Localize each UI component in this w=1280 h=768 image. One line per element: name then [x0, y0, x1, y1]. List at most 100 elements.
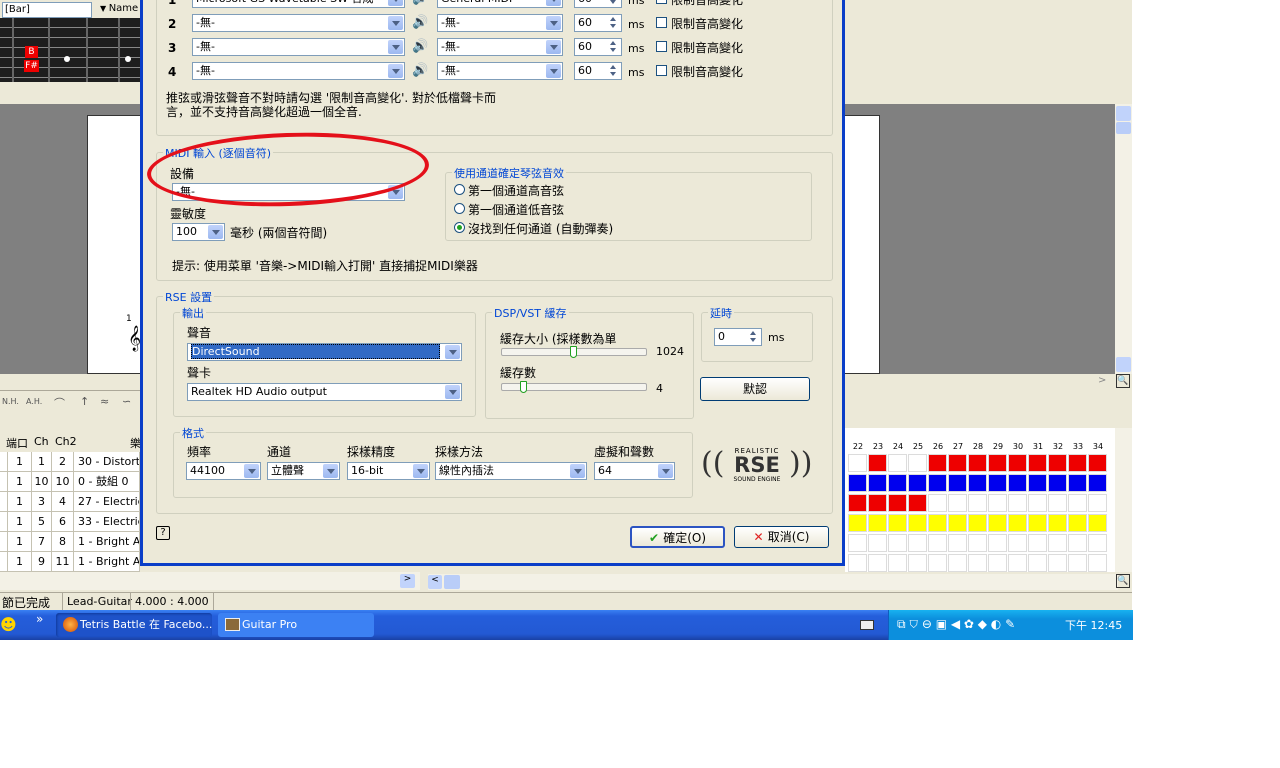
measure-cell[interactable]	[1088, 554, 1107, 572]
scroll-thumb[interactable]	[444, 575, 460, 589]
measure-cell[interactable]	[848, 494, 867, 512]
measure-cell[interactable]	[1068, 454, 1087, 472]
measure-cell[interactable]	[1008, 474, 1027, 492]
measure-cell[interactable]	[868, 514, 887, 532]
measure-cell[interactable]	[1068, 554, 1087, 572]
measure-cell[interactable]	[888, 494, 907, 512]
delay-spinner[interactable]: 60	[574, 62, 622, 80]
measure-cell[interactable]	[988, 474, 1007, 492]
measure-cell[interactable]	[1048, 534, 1067, 552]
measure-cell[interactable]	[1068, 514, 1087, 532]
measure-cell[interactable]	[1068, 474, 1087, 492]
spinner-arrows-icon[interactable]	[747, 330, 760, 344]
measure-cell[interactable]	[968, 514, 987, 532]
measure-cell[interactable]	[1088, 534, 1107, 552]
measure-cell[interactable]	[948, 534, 967, 552]
measure-cell[interactable]	[1008, 514, 1027, 532]
nh-button[interactable]: N.H.	[2, 397, 19, 406]
scroll-left-button[interactable]: <	[428, 575, 442, 589]
buffer-count-slider[interactable]	[501, 381, 647, 393]
measure-cell[interactable]	[1028, 454, 1047, 472]
measure-cell[interactable]	[928, 474, 947, 492]
spinner-arrows-icon[interactable]	[607, 40, 620, 54]
measure-cell[interactable]	[1048, 474, 1067, 492]
sensitivity-select[interactable]: 100	[172, 223, 225, 241]
speaker-icon[interactable]: 🔊	[412, 0, 428, 6]
measure-cell[interactable]	[928, 454, 947, 472]
tray-icons[interactable]: ⧉ ⛉ ⊖ ▣ ◀ ✿ ◆ ◐ ✎	[897, 617, 1015, 632]
measure-cell[interactable]	[928, 554, 947, 572]
speaker-icon[interactable]: 🔊	[412, 15, 428, 30]
measure-cell[interactable]	[948, 554, 967, 572]
cancel-button[interactable]: ✕ 取消(C)	[734, 526, 829, 548]
bend-icon[interactable]: ↑	[80, 395, 89, 408]
measure-cell[interactable]	[868, 554, 887, 572]
sound-card-select[interactable]: Realtek HD Audio output	[187, 383, 462, 401]
measure-cell[interactable]	[908, 514, 927, 532]
score-scrollbar[interactable]	[1115, 104, 1132, 374]
measure-cell[interactable]	[1028, 514, 1047, 532]
measure-grid[interactable]: 22 23 24 25 26 27 28 29 30 31 32 33 34	[845, 428, 1115, 572]
scroll-up-button[interactable]	[1116, 106, 1131, 121]
smiley-icon[interactable]: ☻	[0, 614, 20, 636]
measure-cell[interactable]	[928, 534, 947, 552]
hammer-icon[interactable]: ⌒	[54, 395, 65, 411]
radio-button[interactable]	[454, 184, 465, 195]
limit-pitch-checkbox[interactable]	[656, 41, 667, 52]
measure-cell[interactable]	[1048, 514, 1067, 532]
bar-field[interactable]: [Bar]	[2, 2, 92, 18]
clock[interactable]: 下午 12:45	[1065, 617, 1122, 633]
limit-pitch-checkbox[interactable]	[656, 17, 667, 28]
measure-cell[interactable]	[848, 534, 867, 552]
measure-cell[interactable]	[948, 514, 967, 532]
ah-button[interactable]: A.H.	[26, 397, 42, 406]
measure-cell[interactable]	[1028, 474, 1047, 492]
taskbar-button-guitar-pro[interactable]: Guitar Pro	[218, 613, 374, 637]
scroll-right-button[interactable]: >	[400, 574, 415, 588]
measure-cell[interactable]	[888, 454, 907, 472]
measure-cell[interactable]	[968, 534, 987, 552]
measure-cell[interactable]	[1008, 494, 1027, 512]
delay-spinner[interactable]: 60	[574, 0, 622, 8]
limit-pitch-checkbox[interactable]	[656, 65, 667, 76]
measure-cell[interactable]	[1048, 454, 1067, 472]
method-select[interactable]: 線性內插法	[435, 462, 587, 480]
measure-cell[interactable]	[988, 454, 1007, 472]
measure-cell[interactable]	[1068, 494, 1087, 512]
slide-icon[interactable]: ∽	[122, 395, 131, 408]
delay-spinner[interactable]: 60	[574, 38, 622, 56]
sound-select[interactable]: DirectSound	[187, 343, 462, 361]
measure-cell[interactable]	[908, 554, 927, 572]
quicklaunch-more[interactable]: »	[36, 612, 43, 626]
measure-cell[interactable]	[1088, 454, 1107, 472]
ok-button[interactable]: ✔ 確定(O)	[630, 526, 725, 548]
measure-cell[interactable]	[908, 494, 927, 512]
measure-cell[interactable]	[928, 514, 947, 532]
radio-button[interactable]	[454, 222, 465, 233]
measure-cell[interactable]	[1028, 534, 1047, 552]
zoom-icon[interactable]: 🔍	[1116, 374, 1130, 388]
measure-cell[interactable]	[988, 534, 1007, 552]
measure-cell[interactable]	[948, 454, 967, 472]
scroll-down-button[interactable]	[1116, 357, 1131, 372]
measure-cell[interactable]	[848, 514, 867, 532]
midi-bank-select[interactable]: -無-	[437, 38, 563, 56]
spinner-arrows-icon[interactable]	[607, 0, 620, 6]
measure-cell[interactable]	[888, 534, 907, 552]
measure-cell[interactable]	[988, 554, 1007, 572]
measure-cell[interactable]	[1008, 534, 1027, 552]
midi-output-device-select[interactable]: Microsoft GS Wavetable SW 合成	[192, 0, 405, 8]
measure-cell[interactable]	[848, 474, 867, 492]
midi-bank-select[interactable]: -無-	[437, 62, 563, 80]
spinner-arrows-icon[interactable]	[607, 16, 620, 30]
radio-button[interactable]	[454, 203, 465, 214]
midi-output-device-select[interactable]: -無-	[192, 62, 405, 80]
midi-output-device-select[interactable]: -無-	[192, 14, 405, 32]
speaker-icon[interactable]: 🔊	[412, 63, 428, 78]
slider-thumb[interactable]	[570, 346, 577, 358]
measure-cell[interactable]	[888, 474, 907, 492]
measure-cell[interactable]	[1088, 494, 1107, 512]
measure-cell[interactable]	[1028, 494, 1047, 512]
midi-bank-select[interactable]: General MIDI	[437, 0, 563, 8]
grid-hscroll[interactable]: <	[428, 574, 1118, 590]
